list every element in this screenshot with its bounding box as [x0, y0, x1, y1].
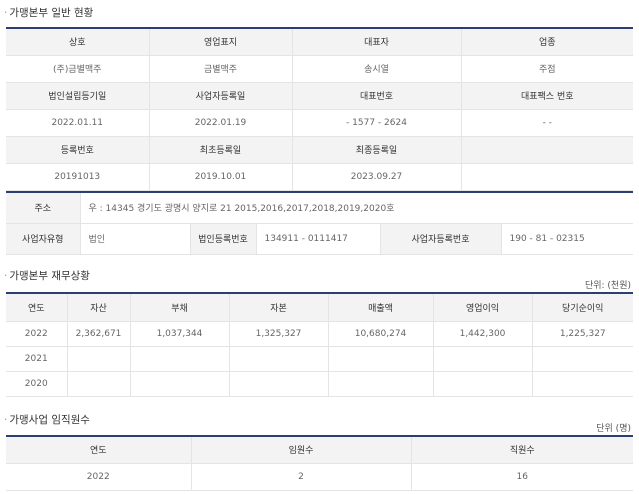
table-row: 사업자유형 법인 법인등록번호 134911 - 0111417 사업자등록번호… [6, 223, 633, 255]
header-cell: 연도 [6, 293, 68, 322]
staff-unit-label: 단위 (명) [596, 424, 631, 434]
table-row: 2022 2 16 [6, 463, 633, 491]
general-section-title: · 가맹본부 일반 현황 [4, 7, 94, 19]
table-header-row: 등록번호 최초등록일 최종등록일 [6, 136, 633, 164]
table-cell: 1,225,327 [532, 321, 633, 347]
table-row: 20191013 2019.10.01 2023.09.27 [6, 163, 633, 191]
business-type-label: 사업자유형 [6, 223, 81, 255]
header-cell: 직원수 [411, 436, 633, 464]
table-header-row: 법인설립등기일 사업자등록일 대표번호 대표팩스 번호 [6, 82, 633, 110]
brand-name: 금별맥주 [149, 55, 293, 83]
finance-section-title: · 가맹본부 재무상황 [4, 270, 90, 282]
table-row: 2021 [6, 346, 633, 372]
header-cell: 등록번호 [6, 136, 150, 164]
header-cell: 임원수 [191, 436, 412, 464]
table-cell: 2022 [6, 463, 192, 491]
header-cell: 대표번호 [292, 82, 462, 110]
table-cell: 2,362,671 [67, 321, 131, 347]
business-type-value: 법인 [80, 223, 191, 255]
table-cell [67, 371, 131, 397]
general-info-table: 상호 영업표지 대표자 업종 (주)금별맥주 금별맥주 송시열 주점 법인설립등… [6, 27, 633, 191]
table-cell [229, 371, 329, 397]
table-cell: 2022 [6, 321, 68, 347]
corp-registration-value: 134911 - 0111417 [256, 223, 381, 255]
header-cell [461, 136, 633, 164]
header-cell: 사업자등록일 [149, 82, 293, 110]
header-cell: 최종등록일 [292, 136, 462, 164]
header-cell: 당기순이익 [532, 293, 633, 322]
table-header-row: 상호 영업표지 대표자 업종 [6, 28, 633, 56]
table-cell [130, 371, 230, 397]
table-cell: 1,037,344 [130, 321, 230, 347]
staff-table: 연도 임원수 직원수 2022 2 16 [6, 435, 633, 491]
table-cell: 1,442,300 [433, 321, 533, 347]
table-cell: 2 [191, 463, 412, 491]
business-category: 주점 [461, 55, 633, 83]
table-cell: 1,325,327 [229, 321, 329, 347]
table-cell [328, 371, 434, 397]
table-cell: 2021 [6, 346, 68, 372]
table-row: 주소 우 : 14345 경기도 광명시 양지로 21 2015,2016,20… [6, 192, 633, 224]
table-header-row: 연도 임원수 직원수 [6, 436, 633, 464]
table-cell [67, 346, 131, 372]
header-cell: 대표팩스 번호 [461, 82, 633, 110]
table-cell: 10,680,274 [328, 321, 434, 347]
address-value: 우 : 14345 경기도 광명시 양지로 21 2015,2016,2017,… [80, 192, 633, 224]
business-registration-label: 사업자등록번호 [380, 223, 502, 255]
header-cell: 영업이익 [433, 293, 533, 322]
staff-section-title: · 가맹사업 임직원수 [4, 414, 90, 426]
finance-unit-label: 단위: (천원) [584, 281, 631, 291]
header-cell: 법인설립등기일 [6, 82, 150, 110]
table-cell [229, 346, 329, 372]
table-cell: 2020 [6, 371, 68, 397]
business-registration-value: 190 - 81 - 02315 [501, 223, 633, 255]
table-cell [532, 346, 633, 372]
header-cell: 부채 [130, 293, 230, 322]
header-cell: 자산 [67, 293, 131, 322]
table-row: 2022.01.11 2022.01.19 - 1577 - 2624 - - [6, 109, 633, 137]
finance-table: 연도 자산 부채 자본 매출액 영업이익 당기순이익 2022 2,362,67… [6, 292, 633, 397]
table-cell [532, 371, 633, 397]
header-cell: 업종 [461, 28, 633, 56]
header-cell: 상호 [6, 28, 150, 56]
representative: 송시열 [292, 55, 462, 83]
table-header-row: 연도 자산 부채 자본 매출액 영업이익 당기순이익 [6, 293, 633, 322]
address-label: 주소 [6, 192, 81, 224]
header-cell: 연도 [6, 436, 192, 464]
table-row: (주)금별맥주 금별맥주 송시열 주점 [6, 55, 633, 83]
table-cell: 16 [411, 463, 633, 491]
first-registration-date: 2019.10.01 [149, 163, 293, 191]
registration-number: 20191013 [6, 163, 150, 191]
table-cell [433, 371, 533, 397]
incorporation-date: 2022.01.11 [6, 109, 150, 137]
header-cell: 자본 [229, 293, 329, 322]
header-cell: 대표자 [292, 28, 462, 56]
header-cell: 영업표지 [149, 28, 293, 56]
empty-cell [461, 163, 633, 191]
table-cell [433, 346, 533, 372]
main-phone: - 1577 - 2624 [292, 109, 462, 137]
header-cell: 최초등록일 [149, 136, 293, 164]
table-row: 2020 [6, 371, 633, 397]
company-name: (주)금별맥주 [6, 55, 150, 83]
header-cell: 매출액 [328, 293, 434, 322]
last-registration-date: 2023.09.27 [292, 163, 462, 191]
table-cell [328, 346, 434, 372]
corp-registration-label: 법인등록번호 [190, 223, 257, 255]
address-table: 주소 우 : 14345 경기도 광명시 양지로 21 2015,2016,20… [6, 191, 633, 255]
main-fax: - - [461, 109, 633, 137]
business-registration-date: 2022.01.19 [149, 109, 293, 137]
table-cell [130, 346, 230, 372]
table-row: 2022 2,362,671 1,037,344 1,325,327 10,68… [6, 321, 633, 347]
